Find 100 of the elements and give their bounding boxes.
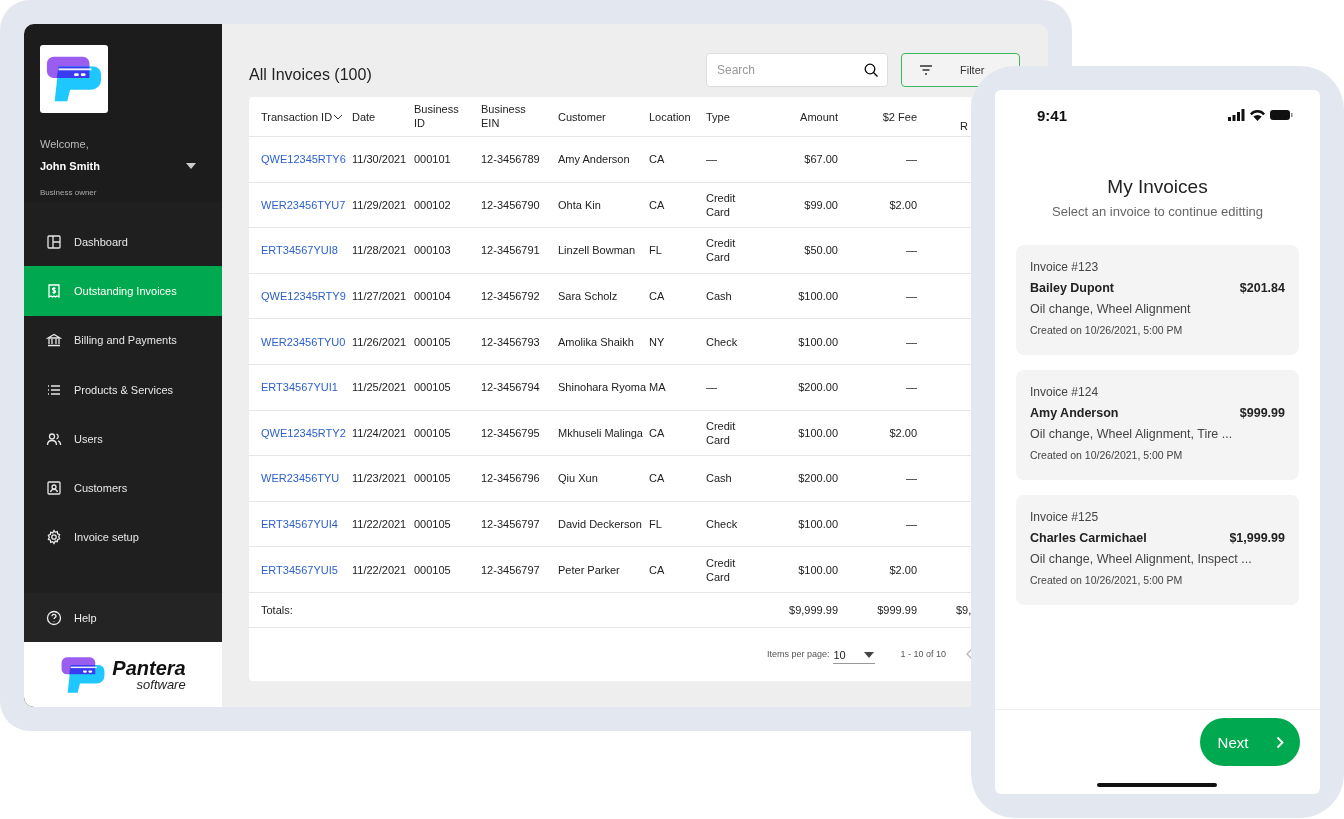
table-cell-text: 12-3456797 — [481, 563, 541, 576]
table-cell: — — [906, 244, 917, 257]
table-cell-text: — — [706, 380, 718, 395]
table-cell-text: 11/22/2021 — [352, 563, 408, 576]
welcome-text: Welcome, — [40, 138, 90, 151]
search-icon — [863, 62, 879, 78]
table-cell-text: David Deckerson — [558, 518, 643, 531]
column-header: $2 Fee — [882, 109, 917, 125]
battery-icon — [1270, 110, 1293, 120]
dropdown-caret-icon[interactable] — [863, 651, 874, 658]
table-cell-text: 11/28/2021 — [352, 244, 408, 257]
invoice-amount: $1,999.99 — [1229, 531, 1285, 545]
table-cell-text: CA — [649, 472, 666, 485]
help-icon — [46, 609, 62, 626]
table-cell-text: 11/22/2021 — [352, 518, 408, 531]
table-cell-text: 12-3456789 — [481, 153, 541, 166]
signal-icon — [1228, 109, 1245, 121]
brand-tagline: software — [135, 678, 186, 691]
transaction-link[interactable]: QWE12345RTY6 — [261, 153, 352, 166]
table-cell-text: FL — [649, 244, 663, 257]
transaction-link[interactable]: ERT34567YUI8 — [261, 244, 352, 257]
transaction-link[interactable]: WER23456TYU — [261, 472, 352, 485]
screen-subtitle: Select an invoice to continue editting — [1051, 204, 1264, 219]
table-cell-text: 000101 — [414, 153, 452, 166]
table-cell-text: 11/26/2021 — [352, 335, 408, 348]
transaction-link[interactable]: ERT34567YUI1 — [261, 381, 352, 394]
table-cell-text: MA — [649, 381, 667, 394]
table-cell-text: 12-3456796 — [481, 472, 541, 485]
table-cell-text: 11/23/2021 — [352, 472, 408, 485]
table-cell-text: Credit Card — [706, 236, 737, 265]
table-cell-text: Credit Card — [706, 418, 737, 447]
table-cell-text: CA — [649, 198, 666, 211]
nav-item[interactable]: Billing and Payments — [24, 315, 222, 365]
table-cell-text: Credit Card — [706, 555, 737, 584]
table-cell-text: 000103 — [414, 244, 452, 257]
created-date: Created on 10/26/2021, 5:00 PM — [1030, 449, 1184, 461]
column-header: Business ID — [414, 101, 460, 131]
table-cell-text: 000105 — [414, 381, 452, 394]
table-cell-text: Linzell Bowman — [558, 244, 637, 257]
nav-item[interactable]: Customers — [24, 463, 222, 513]
dashboard-icon — [46, 233, 62, 250]
table-cell-text: 000105 — [414, 563, 452, 576]
customer-name: Amy Anderson — [1030, 406, 1119, 420]
invoice-card[interactable]: Invoice #123 Bailey Dupont $201.84 Oil change, Wheel Alignment Created on 10/26/2021, 5:00 PM — [1016, 245, 1299, 355]
help-item[interactable]: Help — [46, 609, 97, 626]
invoice-card[interactable]: Invoice #124 Amy Anderson $999.99 Oil change, Wheel Alignment, Tire ... Created on 10/26/2021, 5:00 PM — [1016, 370, 1299, 480]
invoice-card[interactable]: Invoice #125 Charles Carmichael $1,999.99 Oil change, Wheel Alignment, Inspect ... Created on 10/26/2021, 5:00 PM — [1016, 495, 1299, 605]
nav-item[interactable]: Dashboard — [24, 217, 222, 267]
transaction-link[interactable]: WER23456TYU7 — [261, 198, 352, 211]
transaction-link[interactable]: QWE12345RTY2 — [261, 426, 352, 439]
nav-item[interactable]: Users — [24, 414, 222, 464]
column-header: Location — [649, 109, 692, 125]
column-header: Customer — [558, 109, 607, 125]
invoice-amount: $999.99 — [1239, 406, 1285, 420]
table-cell-text: 000105 — [414, 335, 452, 348]
invoice-number: Invoice #125 — [1030, 510, 1100, 524]
sort-caret-icon[interactable] — [333, 113, 344, 120]
table-cell-text: 12-3456794 — [481, 381, 541, 394]
filter-icon — [918, 62, 934, 78]
table-cell-text: CA — [649, 153, 666, 166]
column-header: Amount — [800, 109, 838, 125]
page-size-select[interactable]: 10 — [833, 644, 876, 664]
table-cell-text: CA — [649, 563, 666, 576]
table-cell-text: Cash — [706, 471, 733, 486]
transaction-link[interactable]: WER23456TYU0 — [261, 335, 352, 348]
search-field[interactable]: Search — [706, 53, 888, 87]
dropdown-caret-icon[interactable] — [186, 163, 196, 170]
table-cell-text: 11/24/2021 — [352, 426, 408, 439]
table-cell-text: 11/30/2021 — [352, 153, 408, 166]
user-role: Business owner — [40, 187, 98, 197]
table-cell: $50.00 — [804, 244, 838, 257]
column-header[interactable]: Transaction ID — [261, 110, 333, 123]
transaction-link[interactable]: ERT34567YUI5 — [261, 563, 352, 576]
transaction-link[interactable]: QWE12345RTY9 — [261, 290, 352, 303]
table-cell-text: Check — [706, 517, 739, 532]
table-cell-text: 12-3456795 — [481, 426, 541, 439]
invoice-amount: $201.84 — [1239, 281, 1285, 295]
column-header: Type — [706, 109, 731, 125]
table-cell-text: Check — [706, 334, 739, 349]
totals-label: Totals: — [261, 603, 294, 616]
table-cell: $2.00 — [889, 198, 917, 211]
nav-item[interactable]: Invoice setup — [24, 512, 222, 563]
table-cell-text: Qiu Xun — [558, 472, 599, 485]
nav-item[interactable]: Products & Services — [24, 364, 222, 415]
table-cell-text: Peter Parker — [558, 563, 621, 576]
wifi-icon — [1250, 109, 1265, 121]
table-cell: $2.00 — [889, 563, 917, 576]
receipt-icon — [46, 282, 62, 299]
page-title: All Invoices (100) — [249, 66, 373, 84]
transaction-link[interactable]: ERT34567YUI4 — [261, 518, 352, 531]
table-cell-text: 12-3456797 — [481, 518, 541, 531]
table-cell-text: Credit Card — [706, 190, 737, 219]
customer-name: Charles Carmichael — [1030, 531, 1147, 545]
table-cell: — — [906, 518, 917, 531]
invoice-services: Oil change, Wheel Alignment — [1030, 302, 1192, 316]
user-name: John Smith — [40, 160, 101, 173]
table-cell-text: Amy Anderson — [558, 153, 631, 166]
table-cell-text: — — [706, 152, 718, 167]
table-cell: — — [906, 472, 917, 485]
table-cell-text: 000105 — [414, 472, 452, 485]
